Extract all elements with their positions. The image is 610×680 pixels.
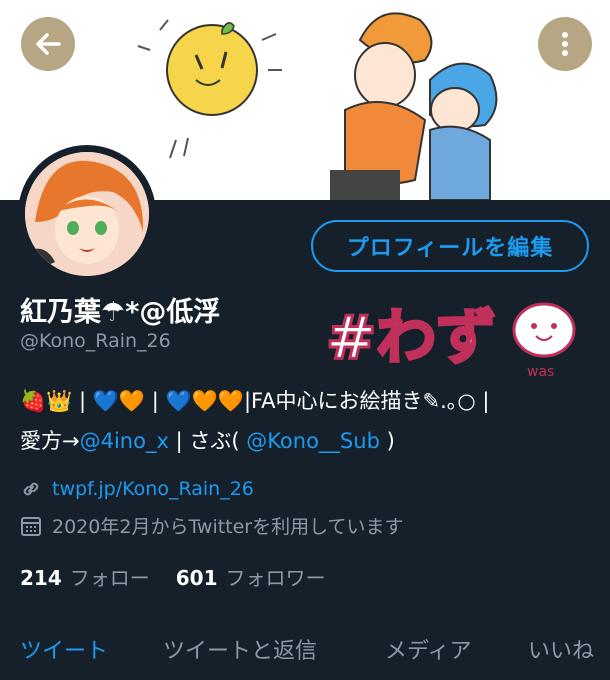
- profile-url-row: twpf.jp/Kono_Rain_26: [20, 478, 254, 500]
- avatar[interactable]: [18, 145, 156, 283]
- joined-date-text: 2020年2月からTwitterを利用しています: [52, 516, 404, 538]
- tab-tweets[interactable]: ツイート: [20, 633, 108, 665]
- bio-emoji: 🍓👑: [20, 389, 73, 413]
- followers-label: フォロワー: [225, 566, 326, 590]
- bio-text: | さぶ(: [168, 429, 240, 453]
- more-vertical-icon: [562, 32, 568, 56]
- bio-line-1: 🍓👑 | 💙🧡 | 💙🧡🧡|FA中心にお絵描き✎.｡○ |: [20, 385, 489, 415]
- bio-line-2: 愛方→@4ino_x | さぶ( @Kono__Sub ): [20, 425, 395, 455]
- tab-media[interactable]: メディア: [385, 633, 471, 665]
- profile-url-link[interactable]: twpf.jp/Kono_Rain_26: [52, 478, 254, 500]
- back-button[interactable]: [21, 17, 75, 71]
- name-art-subtext: was: [527, 364, 554, 380]
- display-name: 紅乃葉☂*@低浮: [20, 297, 221, 328]
- avatar-illustration: [25, 152, 149, 276]
- bio-text: |FA中心にお絵描き✎.｡○ |: [243, 389, 490, 413]
- tab-likes[interactable]: いいね: [528, 633, 594, 665]
- bio-hearts: 💙🧡🧡: [165, 389, 244, 413]
- bio-hearts: 💙🧡: [92, 389, 146, 413]
- profile-tabs: ツイート ツイートと返信 メディア いいね: [0, 625, 610, 680]
- name-art-text: #わず: [326, 303, 496, 373]
- following-link[interactable]: 214 フォロー: [20, 566, 176, 590]
- sub-account-mention-link[interactable]: @Kono__Sub: [246, 429, 380, 453]
- followers-count: 601: [175, 566, 218, 590]
- link-icon: [20, 478, 42, 500]
- bio-text: ): [379, 429, 395, 453]
- more-options-button[interactable]: [538, 17, 592, 71]
- joined-date-row: 2020年2月からTwitterを利用しています: [20, 512, 404, 539]
- follow-stats: 214 フォロー 601 フォロワー: [20, 562, 352, 591]
- edit-profile-button[interactable]: プロフィールを編集: [311, 220, 589, 272]
- calendar-icon: [20, 515, 42, 537]
- bio-text: 愛方→: [20, 429, 80, 453]
- arrow-left-icon: [36, 33, 61, 55]
- following-count: 214: [20, 566, 62, 590]
- followers-link[interactable]: 601 フォロワー: [176, 566, 352, 590]
- bio-separator: |: [151, 389, 159, 413]
- following-label: フォロー: [69, 566, 150, 590]
- user-handle: @Kono_Rain_26: [20, 330, 171, 352]
- partner-mention-link[interactable]: @4ino_x: [80, 429, 169, 453]
- name-art-image: #わず was: [325, 302, 576, 380]
- tab-tweets-and-replies[interactable]: ツイートと返信: [163, 633, 317, 665]
- bio-separator: |: [78, 389, 87, 413]
